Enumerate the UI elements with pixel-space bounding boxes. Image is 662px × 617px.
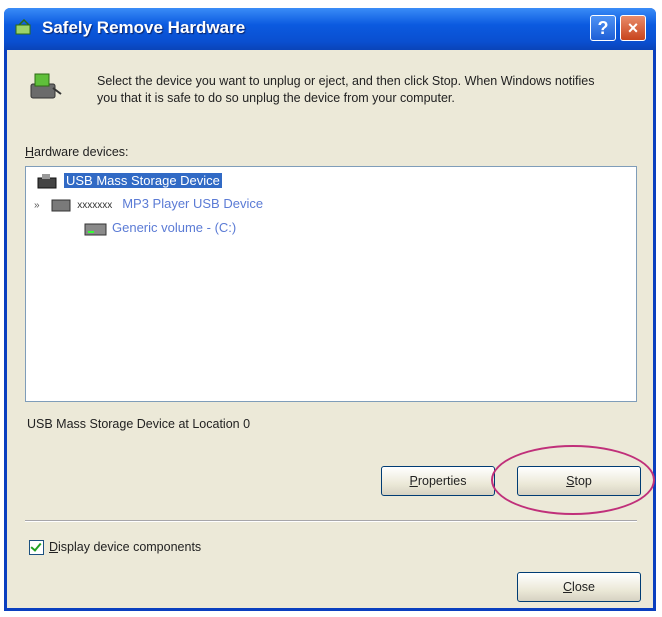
device-item-mp3-player[interactable]: » xxxxxxx MP3 Player USB Device [34,194,263,214]
properties-button-rest: roperties [417,474,467,488]
hardware-device-icon [30,73,62,99]
properties-button-accel: P [409,474,418,488]
expand-icon[interactable]: » [34,200,40,211]
display-components-option[interactable]: Display device components [29,540,202,556]
device-prefix: xxxxxxx [77,200,113,211]
device-label: USB Mass Storage Device [64,173,222,188]
close-button-rest: lose [572,580,595,594]
close-window-button[interactable]: × [620,15,646,41]
properties-button[interactable]: Properties [381,466,495,496]
hardware-devices-label: Hardware devices: [25,145,129,159]
hardware-icon [15,19,31,35]
close-button-accel: C [563,580,573,594]
display-components-label: isplay device components [58,540,202,554]
display-components-checkbox[interactable] [29,540,44,556]
device-location-status: USB Mass Storage Device at Location 0 [27,417,251,431]
display-components-accel: D [49,540,59,554]
safely-remove-hardware-dialog: Safely Remove Hardware ? × Select the de… [4,8,656,611]
window-title: Safely Remove Hardware [42,18,246,37]
device-item-usb-mass-storage[interactable]: USB Mass Storage Device [36,171,222,191]
device-label: MP3 Player USB Device [122,196,264,211]
hardware-devices-label-accel: H [25,145,35,159]
stop-highlight-ring [491,445,655,515]
device-label: Generic volume - (C:) [112,220,237,235]
instructions-text: Select the device you want to unplug or … [97,74,595,105]
device-item-generic-volume[interactable]: Generic volume - (C:) [84,218,236,238]
usb-storage-icon [37,173,57,189]
hardware-devices-label-rest: ardware devices: [34,145,129,159]
drive-icon [51,199,71,212]
hardware-devices-list[interactable]: USB Mass Storage Device » xxxxxxx MP3 Pla… [25,166,637,402]
close-button[interactable]: Close [517,572,641,602]
divider [25,520,637,522]
help-button[interactable]: ? [590,15,616,41]
title-bar[interactable]: Safely Remove Hardware ? × [4,8,656,50]
dialog-body: Select the device you want to unplug or … [7,50,655,608]
volume-icon [84,223,107,236]
